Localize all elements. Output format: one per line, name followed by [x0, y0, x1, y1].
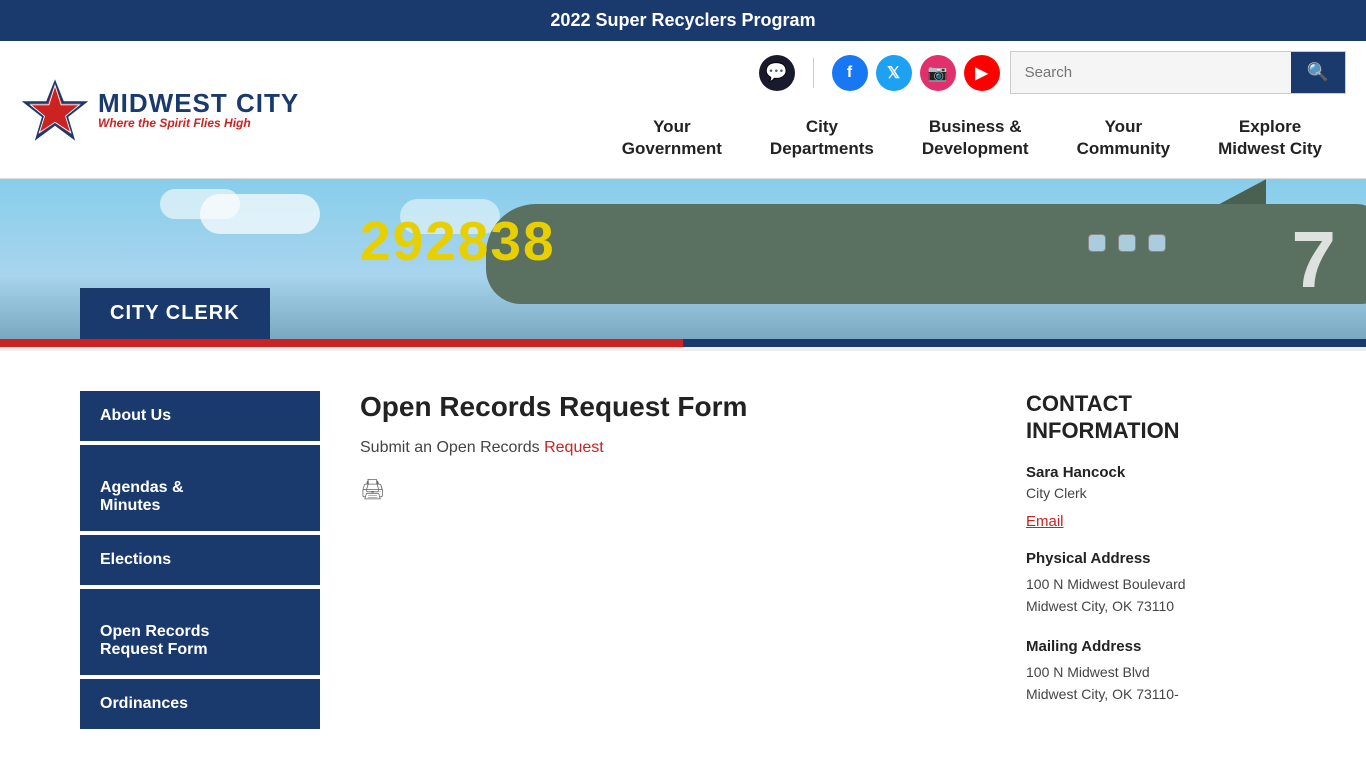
nav-explore[interactable]: ExploreMidwest City [1194, 108, 1346, 168]
contact-role: City Clerk [1026, 485, 1286, 501]
logo-star-icon [20, 75, 90, 145]
page-subtitle: Submit an Open Records Request [360, 439, 986, 457]
logo-subtitle: Where the Spirit Flies High [98, 116, 299, 130]
top-banner: 2022 Super Recyclers Program [0, 0, 1366, 41]
header: MIDWEST CITY Where the Spirit Flies High… [0, 41, 1366, 179]
header-right: 💬 f 𝕏 📷 ▶ 🔍 YourGovernment CityDepartmen… [320, 51, 1346, 168]
logo-area: MIDWEST CITY Where the Spirit Flies High [20, 75, 320, 145]
city-clerk-badge: CITY CLERK [80, 288, 270, 339]
youtube-icon[interactable]: ▶ [964, 55, 1000, 91]
physical-address-label: Physical Address [1026, 550, 1286, 567]
sidebar-item-ordinances[interactable]: Ordinances [80, 679, 320, 729]
instagram-icon[interactable]: 📷 [920, 55, 956, 91]
physical-address: 100 N Midwest Boulevard Midwest City, OK… [1026, 573, 1286, 618]
mailing-address: 100 N Midwest Blvd Midwest City, OK 7311… [1026, 661, 1286, 706]
sidebar-item-agendas-minutes[interactable]: Agendas &Minutes [80, 445, 320, 531]
sidebar-item-elections[interactable]: Elections [80, 535, 320, 585]
contact-section-title: CONTACTINFORMATION [1026, 391, 1286, 444]
contact-name: Sara Hancock [1026, 464, 1286, 481]
print-icon[interactable]: 🖨 [360, 477, 390, 507]
sidebar-item-open-records[interactable]: Open RecordsRequest Form [80, 589, 320, 675]
search-input[interactable] [1011, 52, 1291, 93]
nav-your-community[interactable]: YourCommunity [1053, 108, 1195, 168]
sidebar-item-about-us[interactable]: About Us [80, 391, 320, 441]
logo-text: MIDWEST CITY Where the Spirit Flies High [98, 90, 299, 130]
banner-text: 2022 Super Recyclers Program [550, 10, 815, 30]
contact-email-link[interactable]: Email [1026, 513, 1286, 530]
search-bar: 🔍 [1010, 51, 1346, 94]
mailing-address-label: Mailing Address [1026, 638, 1286, 655]
navigation: YourGovernment CityDepartments Business … [598, 108, 1346, 168]
contact-info: CONTACTINFORMATION Sara Hancock City Cle… [1026, 381, 1286, 729]
sidebar: About Us Agendas &Minutes Elections Open… [80, 391, 320, 729]
hero-banner: 292838 7 CITY CLERK [0, 179, 1366, 339]
header-top-right: 💬 f 𝕏 📷 ▶ 🔍 [759, 51, 1346, 94]
request-link[interactable]: Request [544, 439, 604, 456]
nav-business-development[interactable]: Business &Development [898, 108, 1053, 168]
social-icons: f 𝕏 📷 ▶ [832, 55, 1000, 91]
nav-city-departments[interactable]: CityDepartments [746, 108, 898, 168]
twitter-icon[interactable]: 𝕏 [876, 55, 912, 91]
search-button[interactable]: 🔍 [1291, 52, 1345, 93]
nav-your-government[interactable]: YourGovernment [598, 108, 746, 168]
main-content: About Us Agendas &Minutes Elections Open… [0, 351, 1366, 759]
facebook-icon[interactable]: f [832, 55, 868, 91]
color-bar [0, 339, 1366, 347]
page-title: Open Records Request Form [360, 391, 986, 423]
plane-number: 292838 [360, 209, 556, 273]
main-area: Open Records Request Form Submit an Open… [360, 381, 986, 729]
chat-icon-wrapper[interactable]: 💬 [759, 55, 795, 91]
chat-icon[interactable]: 💬 [759, 55, 795, 91]
vertical-divider [813, 58, 814, 88]
logo-title: MIDWEST CITY [98, 90, 299, 116]
